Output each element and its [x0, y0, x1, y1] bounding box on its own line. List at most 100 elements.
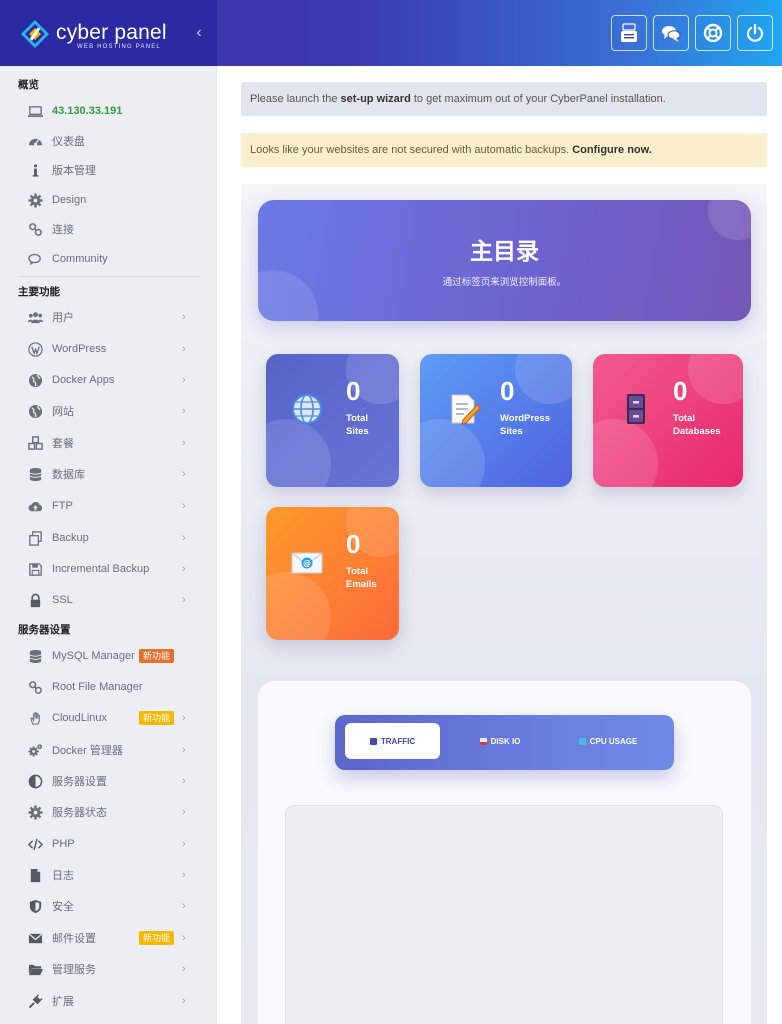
sidebar-item-version[interactable]: 版本管理: [0, 157, 217, 183]
svg-text:@: @: [303, 559, 311, 568]
chevron-right-icon: ›: [182, 311, 186, 323]
sidebar-item-label: Docker 管理器: [52, 745, 123, 757]
sidebar-item-label: WordPress: [52, 343, 107, 355]
sidebar-item-label: PHP: [52, 838, 75, 850]
sidebar-item-databases[interactable]: 数据库 ›: [0, 461, 217, 487]
sidebar-item-users[interactable]: 用户 ›: [0, 304, 217, 330]
sidebar-item-extensions[interactable]: 扩展 ›: [0, 988, 217, 1014]
decorative-circle: [593, 419, 658, 487]
youtube-icon: [621, 23, 637, 42]
tab-label: TRAFFIC: [380, 736, 416, 746]
sidebar-item-backup[interactable]: Backup ›: [0, 525, 217, 551]
sidebar-item-label: Incremental Backup: [52, 563, 150, 575]
tab-traffic[interactable]: TRAFFIC: [345, 723, 440, 759]
chevron-right-icon: ›: [182, 500, 186, 512]
sidebar-item-packages[interactable]: 套餐 ›: [0, 430, 217, 456]
logo-area[interactable]: cyber panel WEB HOSTING PANEL: [0, 0, 217, 66]
chat-button[interactable]: [653, 15, 689, 51]
sidebar-item-ssl[interactable]: SSL ›: [0, 587, 217, 613]
chevron-right-icon: ›: [182, 995, 186, 1007]
support-button[interactable]: [695, 15, 731, 51]
tab-cpu-usage[interactable]: CPU USAGE: [573, 723, 643, 759]
tab-disk-io[interactable]: DISK IO: [470, 723, 530, 759]
chevron-right-icon: ›: [182, 712, 186, 724]
chevron-right-icon: ›: [182, 532, 186, 544]
total-databases-value: 0: [673, 376, 688, 406]
dashboard-hero-banner: 主目录 通过标签页来浏览控制面板。: [258, 200, 751, 321]
stat-label-line: Total: [346, 413, 368, 424]
sidebar-item-label: SSL: [52, 594, 73, 606]
file-cabinet-icon: [627, 394, 645, 424]
total-sites-label: Total Sites: [346, 412, 399, 438]
sidebar-item-websites[interactable]: 网站 ›: [0, 398, 217, 424]
sidebar-item-mail-settings[interactable]: 邮件设置 新功能 ›: [0, 925, 217, 951]
sidebar-item-docker-apps[interactable]: Docker Apps ›: [0, 367, 217, 393]
sidebar-item-label: 仪表盘: [52, 136, 85, 148]
cloud-upload-icon: [27, 498, 43, 514]
sidebar-item-wordpress[interactable]: WordPress ›: [0, 336, 217, 362]
section-title-main: 主要功能: [18, 286, 60, 298]
new-feature-badge: 新功能: [139, 931, 175, 945]
sidebar-item-label: 邮件设置: [52, 933, 96, 945]
sidebar-item-label: Root File Manager: [52, 681, 143, 693]
sidebar-item-ftp[interactable]: FTP ›: [0, 493, 217, 519]
configure-now-link[interactable]: Configure now.: [572, 144, 652, 156]
logo-subtitle: WEB HOSTING PANEL: [77, 44, 161, 50]
sidebar-item-cloudlinux[interactable]: CloudLinux 新功能 ›: [0, 705, 217, 731]
alert-text: Please launch the: [250, 93, 341, 105]
stat-label-line: Total: [346, 566, 368, 577]
setup-wizard-link[interactable]: set-up wizard: [341, 93, 411, 105]
sidebar-item-label: CloudLinux: [52, 712, 108, 724]
email-envelope-icon: @: [291, 552, 323, 574]
wordpress-icon: [27, 341, 43, 357]
disk-icon: [479, 737, 487, 745]
link-icon: [27, 679, 43, 695]
sidebar-item-incremental-backup[interactable]: Incremental Backup ›: [0, 556, 217, 582]
sidebar-item-server-settings[interactable]: 服务器设置 ›: [0, 768, 217, 794]
sidebar-item-php[interactable]: PHP ›: [0, 831, 217, 857]
total-emails-card[interactable]: @ 0 Total Emails: [266, 507, 399, 640]
sidebar-item-logs[interactable]: 日志 ›: [0, 862, 217, 888]
logout-button[interactable]: [737, 15, 773, 51]
laptop-icon: [27, 103, 43, 119]
code-icon: [27, 836, 43, 852]
sidebar-item-community[interactable]: Community: [0, 246, 217, 272]
decorative-circle: [266, 572, 331, 640]
sidebar-item-label: 服务器状态: [52, 807, 107, 819]
sidebar-item-connect[interactable]: 连接: [0, 216, 217, 242]
users-icon: [27, 309, 43, 325]
stat-label-line: Sites: [346, 426, 369, 437]
sidebar-item-docker-manager[interactable]: Docker 管理器 ›: [0, 737, 217, 763]
youtube-button[interactable]: [611, 15, 647, 51]
sidebar-item-label: 用户: [52, 312, 74, 324]
total-sites-card[interactable]: 0 Total Sites: [266, 354, 399, 487]
sidebar-collapse-button[interactable]: ‹: [191, 24, 207, 42]
chevron-right-icon: ›: [182, 775, 186, 787]
chevron-right-icon: ›: [182, 806, 186, 818]
sidebar-item-ip[interactable]: 43.130.33.191: [0, 98, 217, 124]
wordpress-sites-card[interactable]: 0 WordPress Sites: [420, 354, 572, 487]
sidebar-item-dashboard[interactable]: 仪表盘: [0, 128, 217, 154]
chevron-right-icon: ›: [182, 744, 186, 756]
section-title-overview: 概览: [18, 79, 39, 91]
sidebar-item-label: 管理服务: [52, 964, 96, 976]
sidebar-item-root-file-manager[interactable]: Root File Manager: [0, 674, 217, 700]
sidebar-item-manage-services[interactable]: 管理服务 ›: [0, 956, 217, 982]
total-databases-card[interactable]: 0 Total Databases: [593, 354, 743, 487]
sidebar-item-server-status[interactable]: 服务器状态 ›: [0, 799, 217, 825]
database-icon: [27, 466, 43, 482]
bar-chart-icon: [369, 737, 377, 745]
chevron-right-icon: ›: [182, 563, 186, 575]
usage-chart-area: [285, 805, 723, 1024]
globe-icon: [292, 394, 322, 424]
sidebar-item-label: 43.130.33.191: [52, 105, 123, 117]
sidebar-item-mysql-manager[interactable]: MySQL Manager 新功能: [0, 643, 217, 669]
sidebar-item-label: 安全: [52, 901, 74, 913]
hand-icon: [27, 710, 43, 726]
chevron-right-icon: ›: [182, 405, 186, 417]
sidebar-item-security[interactable]: 安全 ›: [0, 893, 217, 919]
comments-icon: [27, 251, 43, 267]
sidebar-item-design[interactable]: Design: [0, 187, 217, 213]
stat-label-line: Emails: [346, 579, 377, 590]
adjust-icon: [27, 773, 43, 789]
